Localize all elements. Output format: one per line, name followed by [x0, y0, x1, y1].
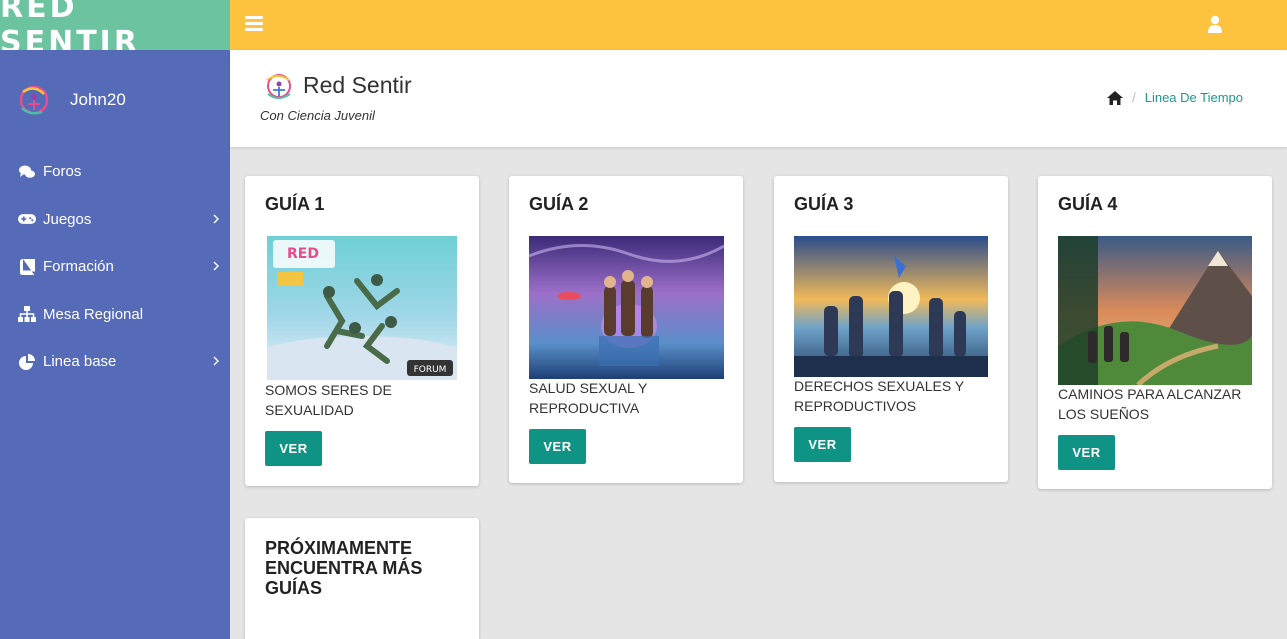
guide-card-1: GUÍA 1 RED FORUM SOMOS SERES DE SEXUALID…	[245, 176, 479, 486]
guide-title: GUÍA 4	[1058, 194, 1118, 214]
guide-description: SALUD SEXUAL Y REPRODUCTIVA	[529, 380, 648, 416]
content-header: Red Sentir Con Ciencia Juvenil / Linea D…	[230, 50, 1287, 147]
pie-chart-icon	[18, 353, 36, 370]
sidebar-item-foros[interactable]: Foros	[0, 148, 230, 196]
book-icon	[18, 258, 36, 275]
sitemap-icon	[18, 306, 36, 323]
guide-description: DERECHOS SEXUALES Y REPRODUCTIVOS	[794, 378, 964, 414]
sidebar-item-label: Linea base	[43, 353, 117, 371]
sidebar-item-linea-base[interactable]: Linea base	[0, 338, 230, 386]
coming-soon-card: PRÓXIMAMENTE ENCUENTRA MÁS GUÍAS	[245, 518, 479, 639]
sidebar-item-formacion[interactable]: Formación	[0, 243, 230, 291]
ver-button[interactable]: VER	[265, 431, 322, 466]
breadcrumb-current[interactable]: Linea De Tiempo	[1145, 90, 1243, 105]
guide-card-2: GUÍA 2 SALUD SEXUAL Y REPRODUCTIVA VER	[509, 176, 743, 483]
guide-title: GUÍA 1	[265, 194, 325, 214]
ver-button[interactable]: VER	[794, 427, 851, 462]
breadcrumb-separator: /	[1132, 90, 1136, 105]
guide-description: CAMINOS PARA ALCANZAR LOS SUEÑOS	[1058, 386, 1242, 422]
breadcrumb: / Linea De Tiempo	[1107, 90, 1243, 105]
guide-title: GUÍA 2	[529, 194, 589, 214]
sidebar-item-mesa-regional[interactable]: Mesa Regional	[0, 291, 230, 339]
sidebar-item-label: Formación	[43, 258, 114, 276]
guide-2-image	[529, 236, 724, 379]
svg-text:FORUM: FORUM	[414, 365, 447, 375]
guide-description: SOMOS SERES DE SEXUALIDAD	[265, 382, 392, 418]
home-icon[interactable]	[1107, 90, 1124, 105]
user-panel: John20	[16, 80, 126, 120]
user-name: John20	[70, 90, 126, 109]
ver-button[interactable]: VER	[529, 429, 586, 464]
red-sentir-logo	[266, 74, 291, 99]
chevron-right-icon	[213, 356, 219, 366]
chevron-right-icon	[213, 214, 219, 223]
guide-4-image	[1058, 236, 1252, 385]
sidebar-item-juegos[interactable]: Juegos	[0, 196, 230, 244]
comments-icon	[18, 164, 36, 180]
page-title: Red Sentir	[303, 72, 412, 98]
top-navbar	[230, 0, 1287, 50]
sidebar-nav: Foros Juegos Formación Mesa Regional Lin…	[0, 148, 230, 386]
page-subtitle: Con Ciencia Juvenil	[260, 108, 375, 123]
hamburger-icon[interactable]	[245, 16, 263, 32]
guide-3-image	[794, 236, 988, 377]
coming-soon-title: PRÓXIMAMENTE ENCUENTRA MÁS GUÍAS	[265, 538, 423, 598]
guide-card-3: GUÍA 3 DERECHOS SEXUALES Y REPRODUCTIVOS…	[774, 176, 1008, 482]
chevron-right-icon	[213, 261, 219, 271]
gamepad-icon	[18, 211, 36, 227]
sidebar-item-label: Mesa Regional	[43, 305, 144, 323]
ver-button[interactable]: VER	[1058, 435, 1115, 470]
svg-text:RED: RED	[287, 246, 319, 262]
guide-title: GUÍA 3	[794, 194, 854, 214]
user-icon[interactable]	[1207, 15, 1223, 33]
guide-card-4: GUÍA 4 CAMINOS PARA ALCANZAR LOS SUEÑOS …	[1038, 176, 1272, 489]
sidebar: John20 Foros Juegos Formación Mesa Regio…	[0, 50, 230, 639]
sidebar-item-label: Juegos	[43, 210, 92, 228]
brand-logo[interactable]: RED SENTIR	[0, 0, 230, 60]
sidebar-item-label: Foros	[43, 163, 82, 181]
guide-1-image: RED FORUM	[267, 236, 457, 380]
logo-avatar	[19, 85, 49, 115]
